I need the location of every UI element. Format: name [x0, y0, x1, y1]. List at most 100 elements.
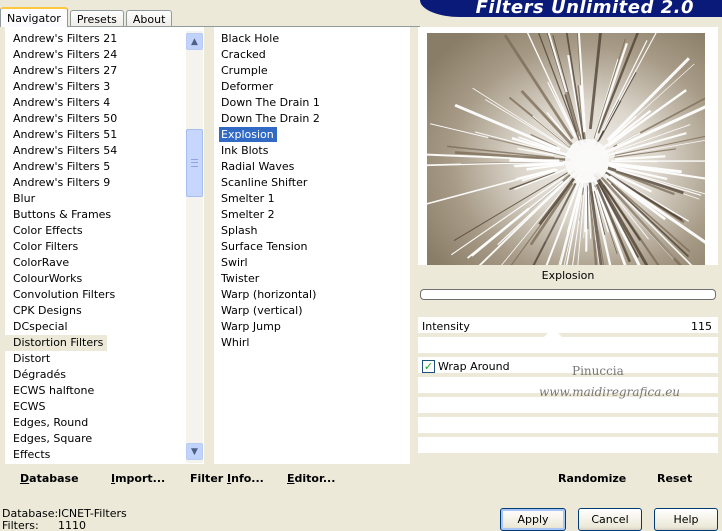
category-item[interactable]: Andrew's Filters 50: [5, 111, 186, 127]
category-item[interactable]: CPK Designs: [5, 303, 186, 319]
filter-item[interactable]: Surface Tension: [214, 239, 410, 255]
param-row-empty: [418, 397, 718, 413]
tab-label: Navigator: [7, 11, 61, 25]
filter-item[interactable]: Cracked: [214, 47, 410, 63]
progress-bar: [420, 289, 716, 300]
filter-item[interactable]: Smelter 2: [214, 207, 410, 223]
tab-label: Presets: [76, 12, 117, 26]
param-row-empty: [418, 437, 718, 453]
watermark-name: Pinuccia: [572, 364, 624, 378]
category-list[interactable]: Andrew's Filters 21 Andrew's Filters 24 An…: [5, 31, 186, 463]
editor-button[interactable]: Editor...: [287, 472, 335, 485]
checkmark-icon: ✓: [423, 360, 434, 373]
category-item[interactable]: ECWS halftone: [5, 383, 186, 399]
category-item[interactable]: Distortion Filters: [5, 335, 108, 351]
tab-strip: Navigator Presets About: [0, 7, 174, 27]
intensity-slider-thumb[interactable]: [544, 328, 562, 337]
intensity-label: Intensity: [422, 320, 470, 333]
filter-item[interactable]: Warp (horizontal): [214, 287, 410, 303]
category-item[interactable]: Andrew's Filters 3: [5, 79, 186, 95]
filter-item[interactable]: Warp (vertical): [214, 303, 410, 319]
category-item[interactable]: Andrew's Filters 24: [5, 47, 186, 63]
category-item[interactable]: ColourWorks: [5, 271, 186, 287]
arrow-down-icon: ▼: [191, 446, 198, 457]
grip-icon: [191, 159, 198, 167]
wrap-around-checkbox[interactable]: ✓ Wrap Around: [422, 360, 510, 373]
panel-divider: [204, 27, 214, 464]
category-item[interactable]: ECWS: [5, 399, 186, 415]
tab-label: About: [132, 12, 166, 26]
filter-item[interactable]: Explosion: [214, 127, 410, 143]
category-item[interactable]: Effects: [5, 447, 186, 463]
bottom-toolbar: Database Import... Filter Info... Editor…: [5, 464, 718, 492]
tab-about[interactable]: About: [125, 10, 173, 27]
category-item[interactable]: ColorRave: [5, 255, 186, 271]
category-item[interactable]: Dégradés: [5, 367, 186, 383]
category-item[interactable]: Color Effects: [5, 223, 186, 239]
filter-item[interactable]: Scanline Shifter: [214, 175, 410, 191]
reset-button[interactable]: Reset: [657, 472, 692, 485]
tab-presets[interactable]: Presets: [69, 10, 124, 27]
category-item[interactable]: Edges, Round: [5, 415, 186, 431]
scroll-up-button[interactable]: ▲: [186, 33, 203, 50]
wrap-around-label: Wrap Around: [438, 360, 510, 373]
arrow-up-icon: ▲: [191, 36, 198, 47]
filter-item[interactable]: Smelter 1: [214, 191, 410, 207]
category-item[interactable]: Andrew's Filters 4: [5, 95, 186, 111]
category-item[interactable]: Buttons & Frames: [5, 207, 186, 223]
filter-item[interactable]: Down The Drain 2: [214, 111, 410, 127]
intensity-row[interactable]: Intensity 115: [418, 317, 718, 333]
category-item[interactable]: Convolution Filters: [5, 287, 186, 303]
category-item[interactable]: Andrew's Filters 9: [5, 175, 186, 191]
filter-item[interactable]: Swirl: [214, 255, 410, 271]
scroll-down-button[interactable]: ▼: [186, 443, 203, 460]
param-row-empty: [418, 337, 718, 353]
filters-status-value: 1110: [58, 519, 86, 531]
filter-info-button[interactable]: Filter Info...: [190, 472, 264, 485]
param-row-empty: [418, 417, 718, 433]
filter-item[interactable]: Warp Jump: [214, 319, 410, 335]
filter-item[interactable]: Radial Waves: [214, 159, 410, 175]
category-item[interactable]: Edges, Square: [5, 431, 186, 447]
main-panel: Andrew's Filters 21 Andrew's Filters 24 An…: [5, 27, 718, 464]
randomize-button[interactable]: Randomize: [558, 472, 626, 485]
status-area: Database: ICNET-Filters Filters: 1110: [2, 508, 127, 531]
category-item[interactable]: Andrew's Filters 51: [5, 127, 186, 143]
filters-status-label: Filters:: [2, 519, 39, 531]
filter-item[interactable]: Ink Blots: [214, 143, 410, 159]
preview-panel: Explosion Intensity 115 ✓ Wrap Around Pi…: [418, 27, 718, 464]
category-item[interactable]: DCspecial: [5, 319, 186, 335]
filter-item[interactable]: Splash: [214, 223, 410, 239]
category-item[interactable]: Blur: [5, 191, 186, 207]
category-item[interactable]: Distort: [5, 351, 186, 367]
filter-item[interactable]: Crumple: [214, 63, 410, 79]
filter-list[interactable]: Black Hole Cracked Crumple Deformer Down The…: [214, 31, 410, 463]
checkbox-box[interactable]: ✓: [422, 360, 435, 373]
category-item[interactable]: Andrew's Filters 54: [5, 143, 186, 159]
scroll-thumb[interactable]: [186, 129, 203, 197]
help-button[interactable]: Help: [654, 508, 718, 531]
database-button[interactable]: Database: [20, 472, 79, 485]
tab-navigator[interactable]: Navigator: [0, 7, 68, 27]
panel-divider: [410, 27, 418, 464]
import-button[interactable]: Import...: [111, 472, 165, 485]
filter-item[interactable]: Down The Drain 1: [214, 95, 410, 111]
cancel-button[interactable]: Cancel: [578, 508, 642, 531]
category-item[interactable]: Andrew's Filters 21: [5, 31, 186, 47]
filter-item[interactable]: Deformer: [214, 79, 410, 95]
category-item[interactable]: Andrew's Filters 5: [5, 159, 186, 175]
intensity-value: 115: [691, 320, 712, 333]
filter-item[interactable]: Twister: [214, 271, 410, 287]
watermark-url: www.maidiregrafica.eu: [539, 385, 681, 399]
preview-image: [427, 33, 705, 265]
apply-button[interactable]: Apply: [500, 508, 566, 531]
app-title: Filters Unlimited 2.0: [475, 0, 694, 18]
parameter-area: Intensity 115 ✓ Wrap Around Pinuccia www…: [418, 317, 718, 464]
slider-ticks: [496, 317, 696, 319]
category-item[interactable]: Color Filters: [5, 239, 186, 255]
category-item[interactable]: Andrew's Filters 27: [5, 63, 186, 79]
filter-item[interactable]: Black Hole: [214, 31, 410, 47]
filter-item[interactable]: Whirl: [214, 335, 410, 351]
filter-name-label: Explosion: [541, 269, 595, 282]
category-scrollbar[interactable]: ▲ ▼: [186, 31, 203, 463]
